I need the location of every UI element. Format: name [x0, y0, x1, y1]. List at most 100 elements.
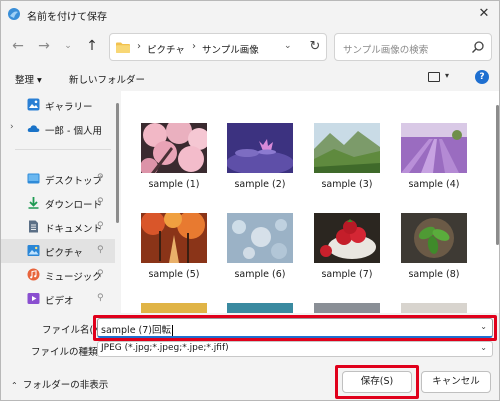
scrollbar-thumb[interactable] [116, 103, 119, 223]
thumbnail-strawberries-bowl [314, 213, 380, 263]
filename-field[interactable]: sample (7)回転 ⌄ [97, 318, 493, 338]
sidebar-item-music[interactable]: ミュージック ⚲ [1, 263, 115, 287]
address-bar[interactable]: › ピクチャ › サンプル画像 ⌄ ↻ [109, 33, 327, 61]
thumbnail-lavender-field [401, 123, 467, 173]
text-caret [172, 325, 174, 336]
pictures-icon [27, 245, 40, 256]
sidebar-item-label: デスクトップ [45, 176, 103, 187]
pin-icon[interactable]: ⚲ [97, 221, 104, 231]
close-button[interactable]: ✕ [475, 5, 493, 23]
breadcrumb-separator: › [192, 41, 196, 52]
thumbnail-cherry-blossoms [141, 123, 207, 173]
address-dropdown-icon[interactable]: ⌄ [284, 41, 292, 51]
sidebar-item-documents[interactable]: ドキュメント ⚲ [1, 215, 115, 239]
thumbnail-partial [141, 303, 207, 313]
sidebar-item-label: ピクチャ [45, 248, 83, 259]
file-item[interactable]: sample (5) [135, 213, 213, 305]
sidebar-item-label: ギャラリー [45, 102, 93, 113]
pin-icon[interactable]: ⚲ [97, 197, 104, 207]
file-name: sample (8) [408, 269, 460, 280]
file-item[interactable] [308, 303, 386, 313]
sidebar-item-label: 一郎 - 個人用 [45, 126, 102, 137]
file-item[interactable] [395, 303, 473, 313]
file-item[interactable]: sample (3) [308, 123, 386, 215]
filename-input[interactable]: sample (7)回転 [101, 325, 171, 336]
filetype-select[interactable]: JPEG (*.jpg;*.jpeg;*.jpe;*.jfif) ⌄ [97, 341, 493, 357]
sidebar-item-videos[interactable]: ビデオ ⚲ [1, 287, 115, 311]
navigation-pane: ギャラリー › 一郎 - 個人用 デスクトップ ⚲ ダウンロード ⚲ ドキュメン… [1, 91, 119, 313]
breadcrumb-sample-images[interactable]: サンプル画像 [202, 42, 259, 56]
save-form: ファイル名(N): sample (7)回転 ⌄ ファイルの種類(T): JPE… [1, 313, 499, 400]
breadcrumb-pictures[interactable]: ピクチャ [147, 42, 185, 56]
pin-icon[interactable]: ⚲ [97, 173, 104, 183]
file-name: sample (7) [321, 269, 373, 280]
file-item[interactable]: sample (7) [308, 213, 386, 305]
desktop-icon [27, 173, 40, 184]
sidebar-item-pictures[interactable]: ピクチャ ⚲ [1, 239, 115, 263]
recent-locations-button[interactable]: ⌄ [59, 37, 77, 55]
pin-icon[interactable]: ⚲ [97, 245, 104, 255]
view-layout-icon[interactable] [428, 72, 440, 82]
sidebar-item-label: ドキュメント [45, 224, 103, 235]
thumbnail-partial [227, 303, 293, 313]
hide-folders-toggle[interactable]: ⌃ フォルダーの非表示 [11, 377, 108, 391]
sidebar-divider [15, 149, 111, 150]
file-name: sample (4) [408, 179, 460, 190]
chevron-up-icon: ⌃ [11, 381, 18, 390]
file-item[interactable] [135, 303, 213, 313]
up-button[interactable]: ↑ [83, 37, 101, 55]
save-as-dialog: 名前を付けて保存 ✕ ← → ⌄ ↑ › ピクチャ › サンプル画像 ⌄ ↻ サ… [0, 0, 500, 401]
filename-dropdown-icon[interactable]: ⌄ [480, 322, 487, 331]
organize-button[interactable]: 整理 ▾ [15, 72, 42, 86]
thumbnail-basil-bowl [401, 213, 467, 263]
file-name: sample (1) [148, 179, 200, 190]
pin-icon[interactable]: ⚲ [97, 293, 104, 303]
gallery-icon [27, 98, 40, 111]
file-name: sample (2) [234, 179, 286, 190]
refresh-button[interactable]: ↻ [306, 38, 324, 56]
folder-icon [116, 42, 130, 53]
save-button[interactable]: 保存(S) [342, 371, 412, 393]
filetype-value: JPEG (*.jpg;*.jpeg;*.jpe;*.jfif) [101, 343, 229, 353]
search-box[interactable]: サンプル画像の検索 [334, 33, 492, 61]
file-name: sample (3) [321, 179, 373, 190]
breadcrumb-separator: › [137, 41, 141, 52]
download-icon [28, 197, 39, 209]
cancel-button[interactable]: キャンセル [421, 371, 491, 393]
sidebar-item-onedrive[interactable]: › 一郎 - 個人用 [1, 117, 115, 141]
sidebar-item-downloads[interactable]: ダウンロード ⚲ [1, 191, 115, 215]
file-list-scrollbar[interactable] [495, 91, 499, 313]
file-item[interactable] [221, 303, 299, 313]
thumbnail-autumn-forest-path [141, 213, 207, 263]
sidebar-item-label: ミュージック [45, 272, 102, 283]
sidebar-item-gallery[interactable]: ギャラリー [1, 93, 115, 117]
search-input[interactable]: サンプル画像の検索 [343, 42, 428, 56]
scrollbar-thumb[interactable] [496, 105, 499, 245]
file-name: sample (5) [148, 269, 200, 280]
file-list-pane: sample (1) sample (2) sample (3) sample … [121, 91, 499, 313]
search-icon[interactable] [471, 40, 485, 54]
file-item[interactable]: sample (1) [135, 123, 213, 215]
music-icon [27, 268, 40, 281]
sidebar-item-label: ダウンロード [45, 200, 103, 211]
filetype-dropdown-icon[interactable]: ⌄ [480, 343, 487, 352]
file-name: sample (6) [234, 269, 286, 280]
forward-button[interactable]: → [35, 37, 53, 55]
thumbnail-partial [314, 303, 380, 313]
pin-icon[interactable]: ⚲ [97, 269, 104, 279]
help-icon[interactable]: ? [475, 70, 489, 84]
view-dropdown-icon[interactable]: ▾ [445, 71, 449, 80]
sidebar-scrollbar[interactable] [116, 91, 119, 313]
filename-value-wrap: sample (7)回転 [101, 322, 174, 336]
hide-folders-label: フォルダーの非表示 [22, 380, 109, 391]
file-item[interactable]: sample (4) [395, 123, 473, 215]
new-folder-button[interactable]: 新しいフォルダー [69, 72, 145, 86]
file-item[interactable]: sample (6) [221, 213, 299, 305]
expand-chevron-icon[interactable]: › [10, 122, 14, 132]
file-item[interactable]: sample (8) [395, 213, 473, 305]
back-button[interactable]: ← [9, 37, 27, 55]
file-item[interactable]: sample (2) [221, 123, 299, 215]
sidebar-item-desktop[interactable]: デスクトップ ⚲ [1, 167, 115, 191]
thumbnail-bokeh-lights [227, 213, 293, 263]
thumbnail-purple-water-lily [227, 123, 293, 173]
